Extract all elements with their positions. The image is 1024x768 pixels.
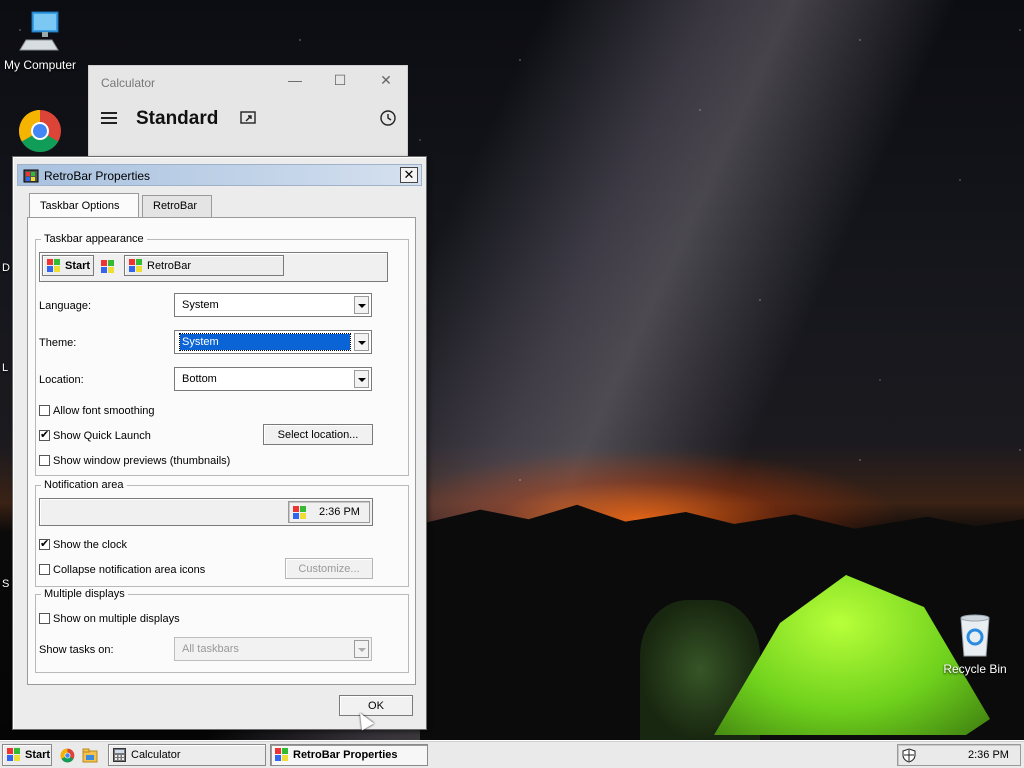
chevron-down-icon[interactable] bbox=[354, 640, 369, 658]
show-tasks-on-select[interactable]: All taskbars bbox=[174, 637, 372, 661]
calculator-icon bbox=[113, 748, 126, 762]
show-quick-launch-checkbox[interactable]: Show Quick Launch bbox=[39, 428, 151, 442]
ok-button[interactable]: OK bbox=[339, 695, 413, 716]
select-location-button[interactable]: Select location... bbox=[263, 424, 373, 445]
recycle-bin-icon bbox=[960, 614, 990, 657]
preview-window-button: RetroBar bbox=[124, 255, 284, 276]
taskbar-appearance-preview: Start RetroBar bbox=[39, 252, 388, 282]
preview-tray: 2:36 PM bbox=[288, 501, 370, 523]
show-clock-checkbox[interactable]: Show the clock bbox=[39, 537, 127, 551]
calculator-title: Calculator bbox=[101, 76, 156, 90]
show-on-multiple-displays-checkbox[interactable]: Show on multiple displays bbox=[39, 613, 180, 625]
keep-on-top-icon[interactable] bbox=[240, 110, 256, 126]
collapse-notification-icons-checkbox[interactable]: Collapse notification area icons bbox=[39, 564, 205, 576]
checkbox-box[interactable] bbox=[39, 564, 50, 575]
checkbox-box[interactable] bbox=[39, 428, 50, 441]
customize-button[interactable]: Customize... bbox=[285, 558, 373, 579]
theme-select[interactable]: System bbox=[174, 330, 372, 354]
quick-launch-icon bbox=[101, 260, 115, 274]
taskbar-task-calculator[interactable]: Calculator bbox=[108, 744, 266, 766]
dialog-titlebar[interactable]: RetroBar Properties ✕ bbox=[17, 164, 422, 186]
chevron-down-icon[interactable] bbox=[354, 370, 369, 388]
maximize-button[interactable]: ☐ bbox=[325, 72, 355, 89]
checkbox-box[interactable] bbox=[39, 537, 50, 550]
group-legend: Multiple displays bbox=[44, 588, 125, 600]
checkbox-box[interactable] bbox=[39, 613, 50, 624]
chrome-icon bbox=[18, 109, 61, 153]
minimize-button[interactable]: — bbox=[280, 72, 310, 88]
desktop-icon-label: My Computer bbox=[3, 58, 77, 72]
computer-icon bbox=[19, 11, 59, 51]
desktop-icon-label: Recycle Bin bbox=[943, 662, 1007, 676]
language-select[interactable]: System bbox=[174, 293, 372, 317]
calculator-mode-title: Standard bbox=[136, 108, 219, 129]
windows-logo-icon bbox=[47, 259, 61, 273]
security-shield-icon[interactable] bbox=[902, 748, 916, 763]
tab-taskbar-options[interactable]: Taskbar Options bbox=[29, 193, 139, 217]
quick-launch-chrome-icon[interactable] bbox=[60, 748, 75, 763]
theme-label: Theme: bbox=[39, 337, 77, 349]
hamburger-menu-icon[interactable] bbox=[101, 112, 117, 124]
retrobar-app-icon bbox=[275, 748, 289, 762]
retrobar-app-icon bbox=[23, 169, 39, 183]
start-button[interactable]: Start bbox=[2, 744, 52, 766]
desktop-edge-label-s: S bbox=[2, 578, 10, 590]
checkbox-box[interactable] bbox=[39, 405, 50, 416]
group-legend: Notification area bbox=[44, 479, 124, 491]
retrobar-properties-dialog[interactable]: RetroBar Properties ✕ Taskbar Options Re… bbox=[12, 156, 427, 730]
dialog-close-button[interactable]: ✕ bbox=[400, 167, 418, 183]
desktop-icon-chrome[interactable] bbox=[0, 108, 80, 158]
desktop-icon-my-computer[interactable]: My Computer bbox=[0, 10, 80, 72]
close-button[interactable]: ✕ bbox=[371, 72, 401, 89]
desktop-icon-recycle-bin[interactable]: Recycle Bin bbox=[935, 614, 1015, 676]
tab-retrobar[interactable]: RetroBar bbox=[142, 195, 212, 217]
location-label: Location: bbox=[39, 374, 84, 386]
location-select[interactable]: Bottom bbox=[174, 367, 372, 391]
show-window-previews-checkbox[interactable]: Show window previews (thumbnails) bbox=[39, 455, 230, 467]
retrobar-app-icon bbox=[293, 506, 307, 520]
notification-area-preview: 2:36 PM bbox=[39, 498, 373, 526]
calculator-window[interactable]: Calculator — ☐ ✕ Standard bbox=[88, 65, 408, 165]
notification-tray: 2:36 PM bbox=[897, 744, 1021, 766]
show-tasks-on-label: Show tasks on: bbox=[39, 644, 114, 656]
taskbar-task-retrobar-properties[interactable]: RetroBar Properties bbox=[270, 744, 428, 766]
preview-start-button: Start bbox=[42, 255, 94, 276]
taskbar-clock[interactable]: 2:36 PM bbox=[968, 749, 1009, 761]
quick-launch-folder-icon[interactable] bbox=[82, 748, 98, 763]
taskbar: Start Calculator RetroBar Properties 2:3… bbox=[0, 740, 1024, 768]
windows-logo-icon bbox=[7, 748, 21, 762]
checkbox-box[interactable] bbox=[39, 455, 50, 466]
chevron-down-icon[interactable] bbox=[354, 333, 369, 351]
tab-panel-taskbar-options: Taskbar appearance Start RetroBar Langua… bbox=[27, 217, 416, 685]
chevron-down-icon[interactable] bbox=[354, 296, 369, 314]
allow-font-smoothing-checkbox[interactable]: Allow font smoothing bbox=[39, 405, 155, 417]
desktop-edge-label-l: L bbox=[2, 362, 9, 374]
language-label: Language: bbox=[39, 300, 91, 312]
desktop-edge-label-d: D bbox=[2, 262, 10, 274]
preview-clock: 2:36 PM bbox=[319, 506, 360, 518]
history-icon[interactable] bbox=[379, 109, 397, 127]
group-legend: Taskbar appearance bbox=[44, 233, 144, 245]
dialog-title: RetroBar Properties bbox=[44, 169, 151, 183]
retrobar-app-icon bbox=[129, 259, 143, 273]
